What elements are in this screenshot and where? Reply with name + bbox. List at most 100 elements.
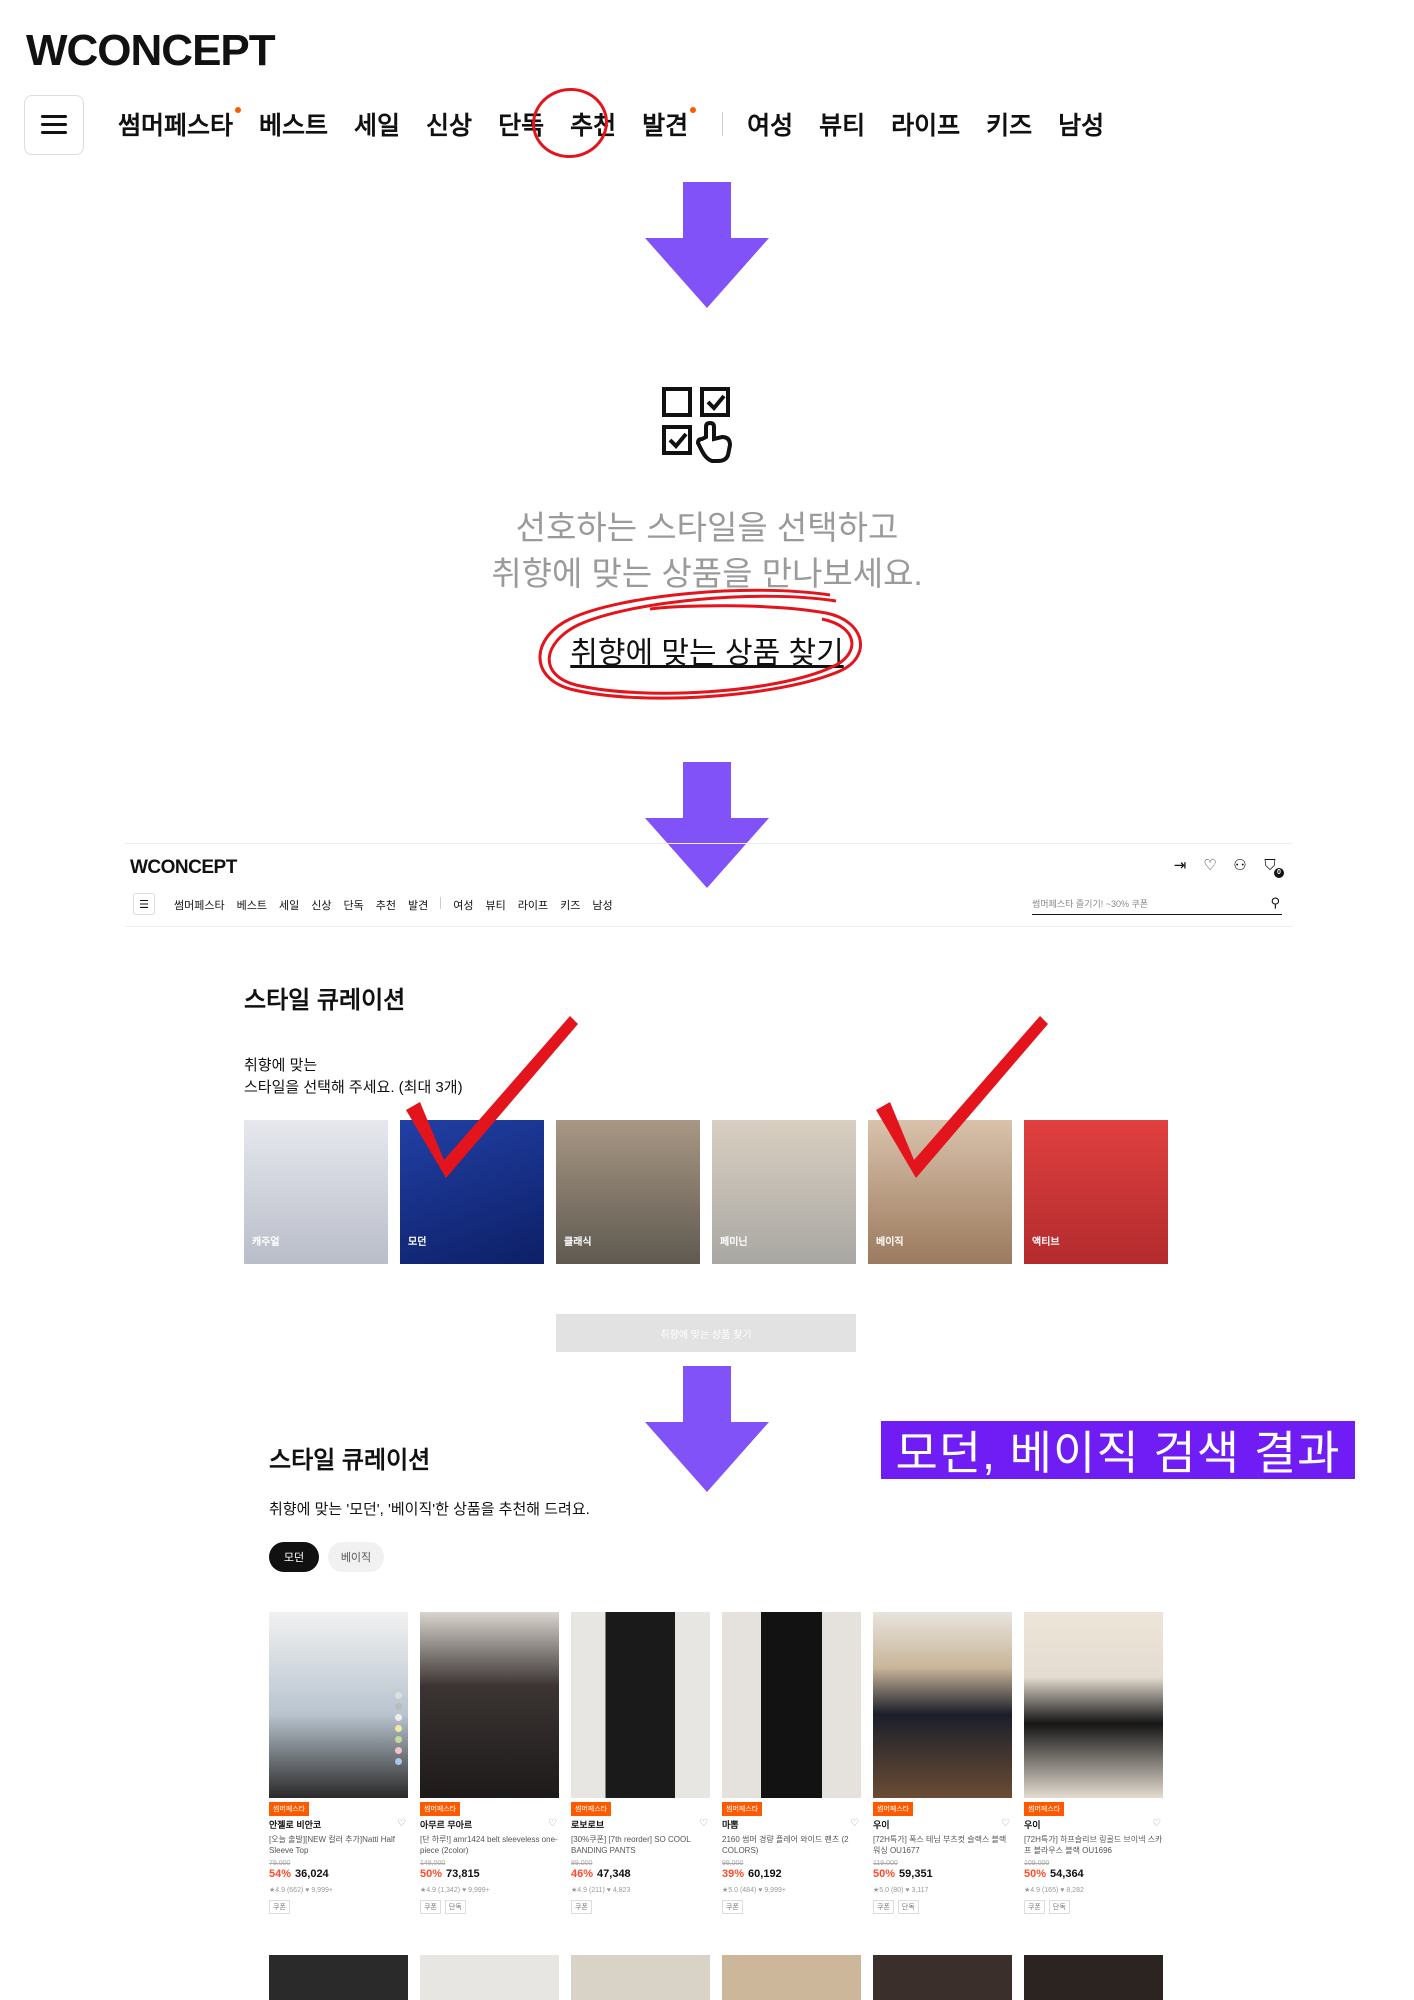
product-image[interactable] bbox=[722, 1955, 861, 2000]
product-brand: 우이 ♡ bbox=[1024, 1818, 1161, 1830]
product-image[interactable] bbox=[571, 1612, 710, 1798]
nav-item-life[interactable]: 라이프 bbox=[518, 897, 548, 913]
product-image[interactable] bbox=[722, 1612, 861, 1798]
nav-item-discover[interactable]: 발견 bbox=[642, 106, 697, 142]
original-price: 99,000 bbox=[722, 1860, 744, 1867]
heart-icon[interactable]: ♡ bbox=[1202, 858, 1218, 874]
result-banner: 모던, 베이직 검색 결과 bbox=[881, 1421, 1355, 1479]
down-arrow-icon bbox=[645, 762, 769, 888]
product-brand: 마뽐 ♡ bbox=[722, 1818, 859, 1830]
product-name: [72H특가] 하프슬리브 링골드 브이넥 스카프 블라우스 블랙 OU1696 bbox=[1024, 1835, 1163, 1855]
wconcept-logo[interactable]: WCONCEPT bbox=[26, 26, 276, 76]
login-icon[interactable]: ⇥ bbox=[1172, 858, 1188, 874]
filter-chip-modern[interactable]: 모던 bbox=[269, 1542, 319, 1572]
nav-item-recommend[interactable]: 추천 bbox=[376, 897, 396, 913]
heart-icon[interactable]: ♡ bbox=[1152, 1818, 1161, 1829]
sale-price: 50% 73,815 bbox=[420, 1868, 480, 1880]
nav-item-kids[interactable]: 키즈 bbox=[986, 106, 1032, 142]
nav-item-women[interactable]: 여성 bbox=[453, 897, 473, 913]
nav-item-sale[interactable]: 세일 bbox=[354, 106, 400, 142]
color-swatches bbox=[395, 1692, 402, 1765]
heart-icon[interactable]: ♡ bbox=[699, 1818, 708, 1829]
nav-item-kids[interactable]: 키즈 bbox=[560, 897, 580, 913]
heart-icon[interactable]: ♡ bbox=[397, 1818, 406, 1829]
new-dot bbox=[235, 107, 242, 113]
search-icon[interactable]: ⚲ bbox=[1270, 895, 1280, 911]
product-card[interactable]: 썸머페스타 안젤로 비안코 ♡ [오늘 출발][NEW 컬러 추가]Natti H… bbox=[269, 1612, 408, 1914]
highlight-circle bbox=[527, 83, 613, 163]
product-brand: 안젤로 비안코 ♡ bbox=[269, 1818, 406, 1830]
cart-icon[interactable]: ⛉ 0 bbox=[1262, 858, 1284, 878]
original-price: 79,000 bbox=[269, 1860, 291, 1867]
main-nav: 썸머페스타 베스트 세일 신상 단독 추천 발견 여성 뷰티 라이프 키즈 남성 bbox=[174, 897, 613, 913]
product-brand: 아무르 무아르 ♡ bbox=[420, 1818, 557, 1830]
heart-icon[interactable]: ♡ bbox=[548, 1818, 557, 1829]
product-name: [단 하루!] amr1424 belt sleeveless one-piec… bbox=[420, 1835, 558, 1855]
nav-item-summer-festa[interactable]: 썸머페스타 bbox=[174, 897, 225, 913]
product-image[interactable] bbox=[873, 1955, 1012, 2000]
cart-count-badge: 0 bbox=[1274, 868, 1284, 878]
nav-item-exclusive[interactable]: 단독 bbox=[343, 897, 363, 913]
product-card[interactable]: 썸머페스타 아무르 무아르 ♡ [단 하루!] amr1424 belt slee… bbox=[420, 1612, 559, 1914]
product-image[interactable] bbox=[420, 1955, 559, 2000]
product-card[interactable]: 썸머페스타 우이 ♡ [72H특가] 폭스 테님 부츠컷 슬랙스 블랙워싱 OU1… bbox=[873, 1612, 1012, 1914]
product-brand: 우이 ♡ bbox=[873, 1818, 1010, 1830]
promo-badge: 썸머페스타 bbox=[269, 1802, 310, 1816]
header-icons: ⇥ ♡ ⚇ ⛉ 0 bbox=[1172, 858, 1284, 878]
heart-icon[interactable]: ♡ bbox=[850, 1818, 859, 1829]
product-image[interactable] bbox=[571, 1955, 710, 2000]
sale-price: 39% 60,192 bbox=[722, 1868, 782, 1880]
nav-item-women[interactable]: 여성 bbox=[747, 106, 793, 142]
product-image[interactable] bbox=[1024, 1955, 1163, 2000]
user-icon[interactable]: ⚇ bbox=[1232, 858, 1248, 874]
product-tags: 쿠폰 bbox=[571, 1900, 710, 1914]
promo-badge: 썸머페스타 bbox=[722, 1802, 763, 1816]
nav-divider bbox=[722, 112, 724, 136]
nav-item-new[interactable]: 신상 bbox=[311, 897, 331, 913]
original-price: 119,000 bbox=[873, 1860, 898, 1867]
product-image[interactable] bbox=[873, 1612, 1012, 1798]
nav-item-new[interactable]: 신상 bbox=[426, 106, 472, 142]
style-card-feminine[interactable]: 페미닌 bbox=[712, 1120, 856, 1264]
original-price: 109,000 bbox=[1024, 1860, 1050, 1867]
hamburger-menu-button[interactable] bbox=[24, 95, 84, 155]
wconcept-logo[interactable]: WCONCEPT bbox=[130, 857, 237, 879]
product-image[interactable] bbox=[420, 1612, 559, 1798]
nav-item-life[interactable]: 라이프 bbox=[891, 106, 960, 142]
sale-price: 54% 36,024 bbox=[269, 1868, 329, 1880]
product-tags: 쿠폰 단독 bbox=[873, 1900, 1012, 1914]
product-card[interactable]: 썸머페스타 로보로브 ♡ [30%쿠폰] [7th reorder] SO COO… bbox=[571, 1612, 710, 1914]
nav-item-men[interactable]: 남성 bbox=[592, 897, 612, 913]
product-name: [72H특가] 폭스 테님 부츠컷 슬랙스 블랙워싱 OU1677 bbox=[873, 1835, 1007, 1855]
promo-badge: 썸머페스타 bbox=[571, 1802, 612, 1816]
nav-item-best[interactable]: 베스트 bbox=[237, 897, 267, 913]
promo-badge: 썸머페스타 bbox=[1024, 1802, 1065, 1816]
product-image[interactable] bbox=[269, 1612, 408, 1798]
nav-item-summer-festa[interactable]: 썸머페스타 bbox=[118, 106, 242, 142]
nav-item-best[interactable]: 베스트 bbox=[259, 106, 328, 142]
style-card-casual[interactable]: 캐주얼 bbox=[244, 1120, 388, 1264]
product-card[interactable]: 썸머페스타 마뽐 ♡ 2160 썸머 경량 플레어 와이드 팬츠 (2 COLOR… bbox=[722, 1612, 861, 1914]
nav-item-men[interactable]: 남성 bbox=[1058, 106, 1104, 142]
product-image[interactable] bbox=[269, 1955, 408, 2000]
product-name: 2160 썸머 경량 플레어 와이드 팬츠 (2 COLORS) bbox=[722, 1835, 849, 1855]
nav-item-beauty[interactable]: 뷰티 bbox=[485, 897, 505, 913]
product-card[interactable]: 썸머페스타 우이 ♡ [72H특가] 하프슬리브 링골드 브이넥 스카프 블라우스… bbox=[1024, 1612, 1163, 1914]
nav-item-sale[interactable]: 세일 bbox=[279, 897, 299, 913]
product-tags: 쿠폰 단독 bbox=[1024, 1900, 1163, 1914]
sale-price: 50% 59,351 bbox=[873, 1868, 933, 1880]
hamburger-menu-button[interactable]: ☰ bbox=[133, 893, 155, 915]
find-products-button[interactable]: 취향에 맞는 상품 찾기 bbox=[556, 1314, 856, 1352]
nav-item-discover[interactable]: 발견 bbox=[408, 897, 428, 913]
filter-chip-basic[interactable]: 베이직 bbox=[328, 1542, 384, 1572]
search-input[interactable]: 썸머페스타 즐기기! ~30% 쿠폰 ⚲ bbox=[1032, 893, 1282, 915]
heart-icon[interactable]: ♡ bbox=[1001, 1818, 1010, 1829]
promo-badge: 썸머페스타 bbox=[420, 1802, 461, 1816]
style-select-icon bbox=[660, 385, 736, 465]
cta-description: 선호하는 스타일을 선택하고 취향에 맞는 상품을 만나보세요. bbox=[491, 509, 923, 592]
nav-item-beauty[interactable]: 뷰티 bbox=[819, 106, 865, 142]
product-brand: 로보로브 ♡ bbox=[571, 1818, 708, 1830]
product-image[interactable] bbox=[1024, 1612, 1163, 1798]
down-arrow-icon bbox=[645, 182, 769, 308]
main-nav: 썸머페스타 베스트 세일 신상 단독 추천 발견 여성 뷰티 라이프 키즈 남성 bbox=[118, 106, 1130, 142]
